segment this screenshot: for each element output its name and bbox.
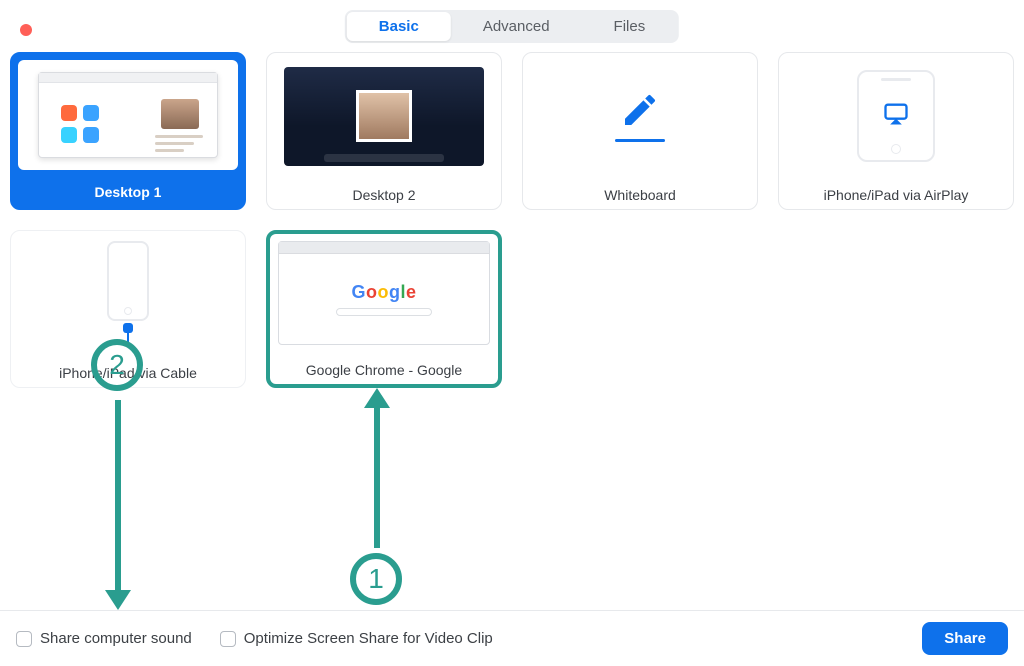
checkbox-label: Optimize Screen Share for Video Clip xyxy=(244,630,493,647)
google-logo: Google xyxy=(351,282,416,303)
tab-advanced[interactable]: Advanced xyxy=(451,12,582,41)
share-source-grid: Desktop 1 Desktop 2 Whiteboard xyxy=(10,52,1014,388)
window-close-dot[interactable] xyxy=(20,24,32,36)
tile-iphone-airplay[interactable]: iPhone/iPad via AirPlay xyxy=(778,52,1014,210)
checkbox-label: Share computer sound xyxy=(40,630,192,647)
thumb-airplay xyxy=(787,61,1005,171)
thumb-chrome: Google xyxy=(274,238,494,348)
tile-desktop-2[interactable]: Desktop 2 xyxy=(266,52,502,210)
footer-bar: Share computer sound Optimize Screen Sha… xyxy=(0,610,1024,666)
checkbox-box-icon xyxy=(16,631,32,647)
share-mode-tabs: Basic Advanced Files xyxy=(345,10,679,43)
annotation-badge-2: 2 xyxy=(91,339,143,391)
tile-whiteboard[interactable]: Whiteboard xyxy=(522,52,758,210)
annotation-arrow-down xyxy=(105,400,131,610)
airplay-icon xyxy=(882,100,910,133)
tile-label: Whiteboard xyxy=(523,187,757,203)
tab-files[interactable]: Files xyxy=(582,12,678,41)
tile-label: Desktop 1 xyxy=(14,184,242,200)
checkbox-optimize-video-clip[interactable]: Optimize Screen Share for Video Clip xyxy=(220,630,493,647)
checkbox-share-computer-sound[interactable]: Share computer sound xyxy=(16,630,192,647)
tab-basic[interactable]: Basic xyxy=(347,12,451,41)
thumb-desktop-2 xyxy=(275,61,493,171)
pencil-icon xyxy=(620,90,660,135)
share-button[interactable]: Share xyxy=(922,622,1008,655)
annotation-arrow-up xyxy=(364,388,390,548)
tile-label: Desktop 2 xyxy=(267,187,501,203)
thumb-cable xyxy=(19,239,237,349)
checkbox-box-icon xyxy=(220,631,236,647)
thumb-desktop-1 xyxy=(18,60,238,170)
annotation-badge-1: 1 xyxy=(350,553,402,605)
tile-desktop-1[interactable]: Desktop 1 xyxy=(10,52,246,210)
thumb-whiteboard xyxy=(531,61,749,171)
tile-label: iPhone/iPad via AirPlay xyxy=(779,187,1013,203)
tile-google-chrome[interactable]: Google Google Chrome - Google xyxy=(266,230,502,388)
tile-label: Google Chrome - Google xyxy=(270,362,498,378)
